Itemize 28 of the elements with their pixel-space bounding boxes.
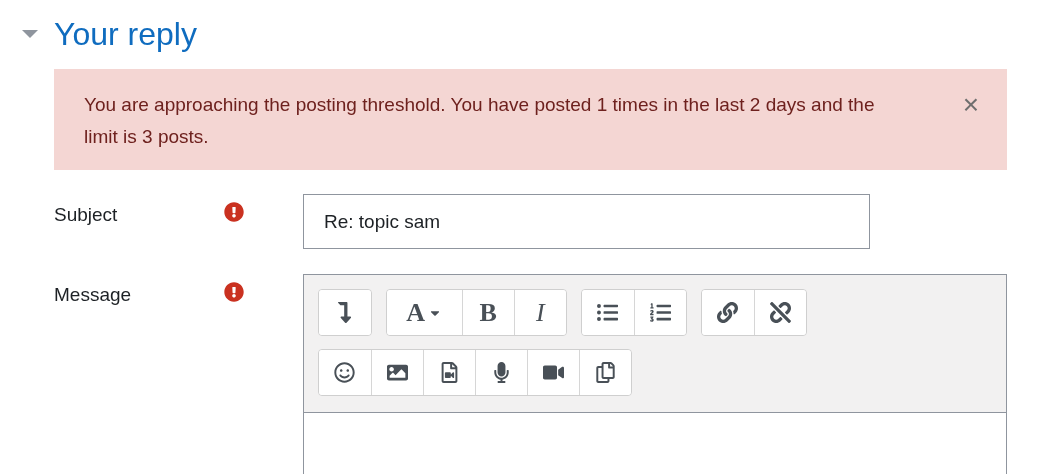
image-icon [386, 362, 408, 383]
bulleted-list-icon [597, 302, 619, 323]
editor[interactable]: A B I [302, 274, 1007, 474]
video-camera-button[interactable] [526, 350, 579, 395]
link-icon [717, 302, 739, 323]
smiley-button[interactable] [318, 350, 371, 395]
down-arrow-button[interactable] [318, 290, 371, 335]
alert-message: You are approaching the posting threshold. You have posted 1 times in the last 2 days and the limit is 3 posts. [84, 93, 876, 149]
field-label: Subject [54, 204, 118, 225]
italic-button[interactable]: I [513, 290, 566, 335]
microphone-button[interactable] [474, 350, 527, 395]
copy-icon [594, 362, 616, 383]
link-button[interactable] [701, 290, 754, 335]
bold-button[interactable]: B [461, 290, 514, 335]
video-file-button[interactable] [422, 350, 475, 395]
numbered-list-button[interactable] [633, 290, 686, 335]
broken-link-button[interactable] [753, 290, 806, 335]
subject-field[interactable]: Re: topic sam [303, 194, 870, 249]
close-button[interactable]: × [962, 91, 979, 119]
font-button[interactable]: A [386, 290, 462, 335]
broken-link-icon [769, 302, 791, 323]
copy-button[interactable] [578, 350, 631, 395]
smiley-icon [334, 362, 356, 383]
section-title[interactable]: Your reply [54, 14, 197, 54]
bulleted-list-button[interactable] [581, 290, 634, 335]
field-label: Message [54, 284, 132, 305]
numbered-list-icon [649, 302, 671, 323]
image-button[interactable] [370, 350, 423, 395]
